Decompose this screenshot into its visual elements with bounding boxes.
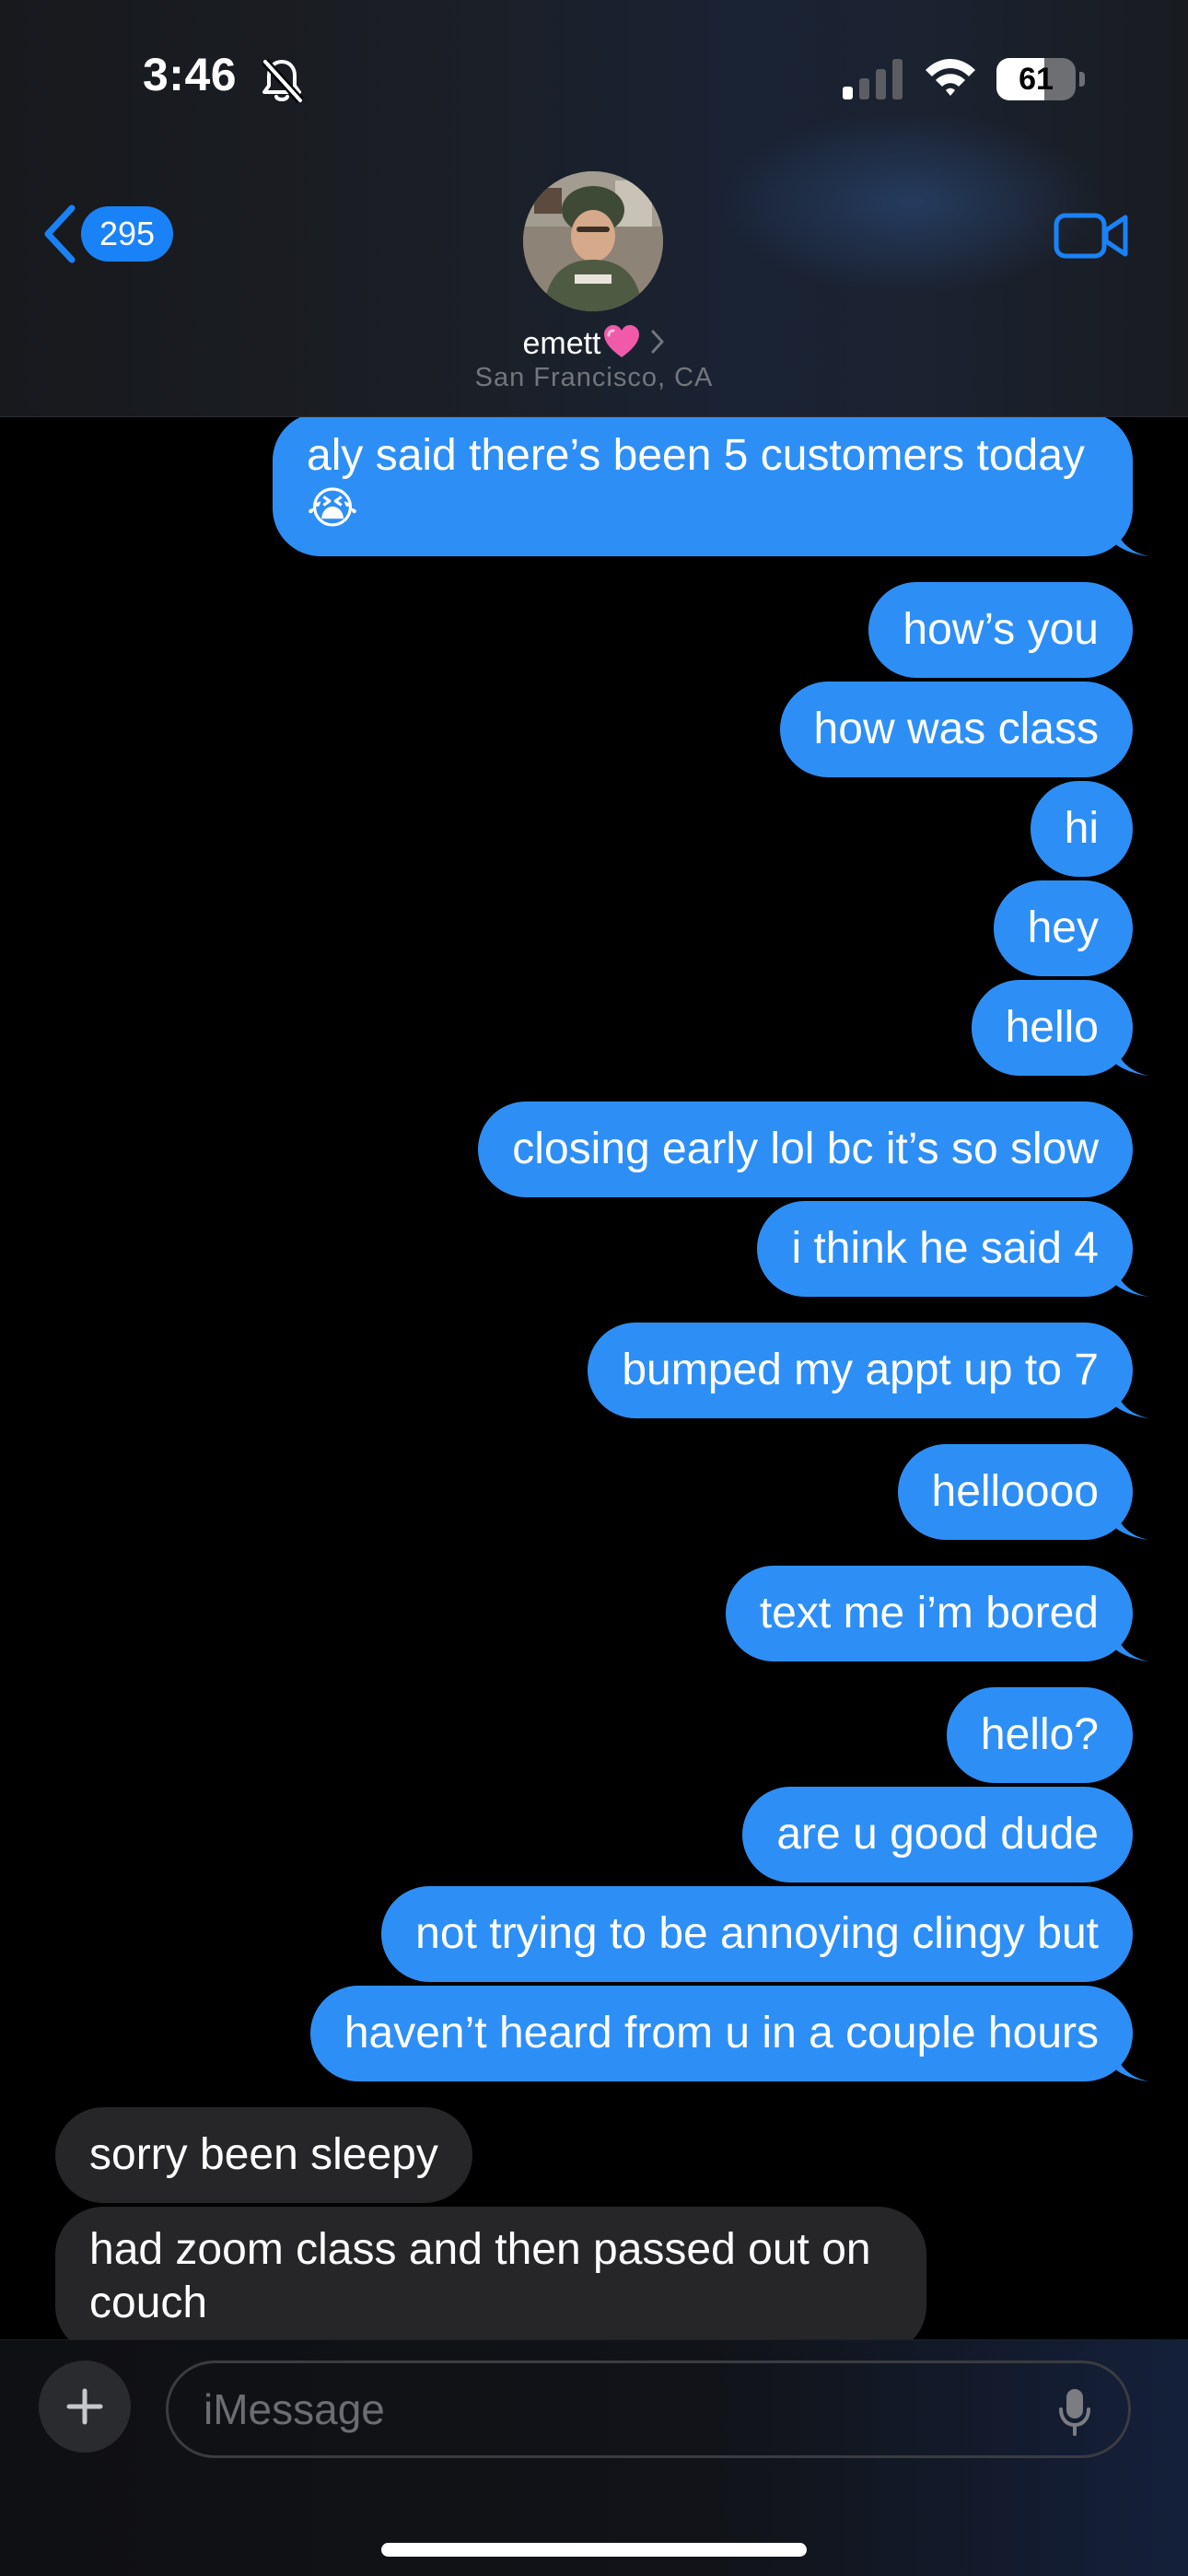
message-bubble-outgoing[interactable]: hello [971, 980, 1149, 1076]
silent-mode-bell-icon [262, 58, 304, 104]
battery-body: 61 [996, 58, 1076, 100]
message-text: text me i’m bored [759, 1589, 1099, 1638]
message-bubble-outgoing[interactable]: not trying to be annoying clingy but [381, 1886, 1133, 1982]
message-bubble-outgoing[interactable]: bumped my appt up to 7 [588, 1323, 1149, 1418]
imessage-placeholder: iMessage [204, 2385, 385, 2433]
bubble-tail-icon [1112, 1380, 1149, 1418]
pink-heart-icon [603, 325, 639, 357]
bubble-tail-icon [1112, 1623, 1149, 1661]
message-bubble-incoming[interactable]: sorry been sleepy [55, 2107, 472, 2203]
message-text: haven’t heard from u in a couple hours [344, 2009, 1099, 2057]
bubble-tail-icon [1112, 1501, 1149, 1540]
message-composer: iMessage [0, 2339, 1188, 2576]
message-bubble-outgoing[interactable]: hey [993, 880, 1133, 976]
message-text: hey [1027, 903, 1099, 952]
plus-icon [66, 2388, 103, 2425]
bubble-tail-icon [1112, 1258, 1149, 1297]
message-bubble-outgoing[interactable]: how’s you [868, 582, 1133, 678]
message-text: hello [1005, 1003, 1099, 1052]
message-text: bumped my appt up to 7 [622, 1346, 1099, 1394]
message-text: closing early lol bc it’s so slow [512, 1125, 1099, 1173]
unread-count-badge: 295 [81, 206, 173, 262]
message-bubble-outgoing[interactable]: i think he said 4 [757, 1201, 1149, 1297]
bubble-tail-icon [1112, 2043, 1149, 2081]
conversation-header: 3:46 61 295 emett San Francisco, CA [0, 0, 1188, 417]
message-text: i think he said 4 [791, 1224, 1099, 1273]
message-text: hi [1064, 804, 1099, 853]
message-bubble-outgoing[interactable]: hi [1030, 781, 1133, 877]
battery-percent: 61 [1019, 62, 1054, 97]
message-text: hello? [980, 1710, 1099, 1759]
message-bubble-outgoing[interactable]: are u good dude [742, 1787, 1133, 1882]
contact-name-button[interactable]: emett [0, 324, 1188, 362]
message-text: had zoom class and then passed out on co… [89, 2225, 871, 2327]
message-text: how’s you [903, 605, 1099, 654]
message-bubble-outgoing[interactable]: how was class [779, 682, 1133, 777]
chevron-right-icon [651, 330, 664, 354]
message-text: sorry been sleepy [89, 2130, 438, 2179]
add-attachment-button[interactable] [39, 2360, 131, 2453]
bubble-tail-icon [1112, 518, 1149, 556]
message-bubble-outgoing[interactable]: closing early lol bc it’s so slow [478, 1102, 1133, 1197]
imessage-input[interactable]: iMessage [166, 2360, 1131, 2458]
message-text: are u good dude [776, 1810, 1099, 1859]
bubble-tail-icon [1112, 1037, 1149, 1076]
battery-indicator: 61 [996, 58, 1085, 102]
message-bubble-outgoing[interactable]: helloooo [897, 1444, 1149, 1540]
facetime-video-icon[interactable] [1054, 210, 1129, 262]
status-time: 3:46 [143, 49, 238, 100]
message-text: how was class [813, 705, 1099, 753]
contact-location: San Francisco, CA [474, 363, 714, 392]
message-bubble-outgoing[interactable]: text me i’m bored [725, 1566, 1149, 1661]
message-text: not trying to be annoying clingy but [415, 1909, 1099, 1958]
message-text: helloooo [931, 1467, 1100, 1516]
header-glow [718, 111, 1105, 295]
message-text: aly said there’s been 5 customers today … [307, 431, 1085, 533]
home-indicator[interactable] [381, 2543, 807, 2557]
wifi-icon [926, 59, 975, 96]
message-bubble-outgoing[interactable]: hello? [946, 1687, 1133, 1783]
back-chevron-icon [44, 204, 76, 263]
message-bubble-incoming[interactable]: had zoom class and then passed out on co… [55, 2207, 926, 2354]
contact-name: emett [522, 326, 601, 361]
message-bubble-outgoing[interactable]: aly said there’s been 5 customers today … [273, 413, 1149, 556]
avatar-photo-icon [523, 171, 663, 311]
battery-nub [1079, 72, 1085, 87]
cellular-signal-icon [843, 59, 903, 99]
contact-avatar[interactable] [523, 171, 663, 311]
microphone-icon[interactable] [1058, 2387, 1091, 2437]
back-button[interactable]: 295 [41, 204, 173, 263]
message-bubble-outgoing[interactable]: haven’t heard from u in a couple hours [309, 1986, 1149, 2081]
